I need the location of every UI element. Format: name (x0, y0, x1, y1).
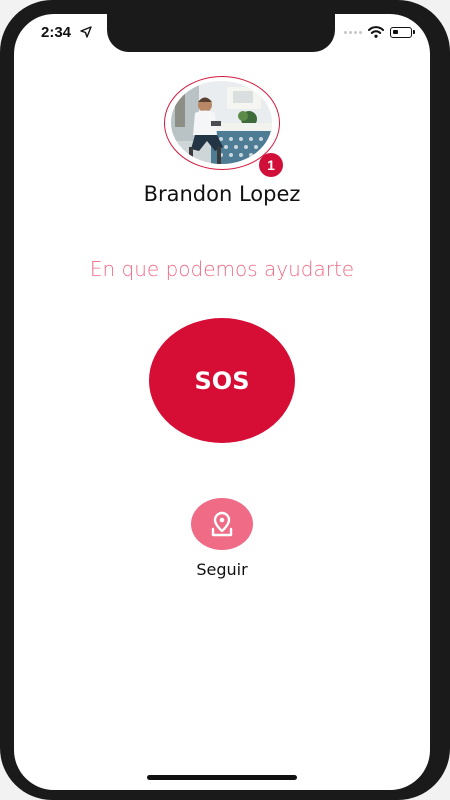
battery-icon (390, 26, 415, 38)
status-icons (344, 26, 415, 38)
map-pin-icon (211, 511, 233, 537)
notification-badge: 1 (259, 153, 283, 177)
user-name: Brandon Lopez (143, 182, 301, 206)
location-arrow-icon (80, 26, 92, 38)
app-screen: 2:34 1 Brandon Lopez En que podemos ayud… (14, 14, 430, 790)
home-indicator[interactable] (147, 775, 297, 780)
sos-button[interactable]: SOS (149, 318, 295, 443)
follow-action: Seguir (182, 496, 262, 586)
phone-frame: 2:34 1 Brandon Lopez En que podemos ayud… (0, 0, 450, 800)
device-notch (107, 14, 335, 52)
help-prompt: En que podemos ayudarte (89, 257, 355, 281)
status-time: 2:34 (41, 24, 72, 41)
follow-button[interactable] (191, 498, 253, 550)
sos-label: SOS (194, 366, 250, 395)
signal-icon (344, 30, 362, 34)
avatar-photo (171, 81, 272, 164)
follow-label: Seguir (196, 560, 248, 579)
wifi-icon (368, 26, 384, 38)
avatar[interactable]: 1 (164, 76, 283, 177)
